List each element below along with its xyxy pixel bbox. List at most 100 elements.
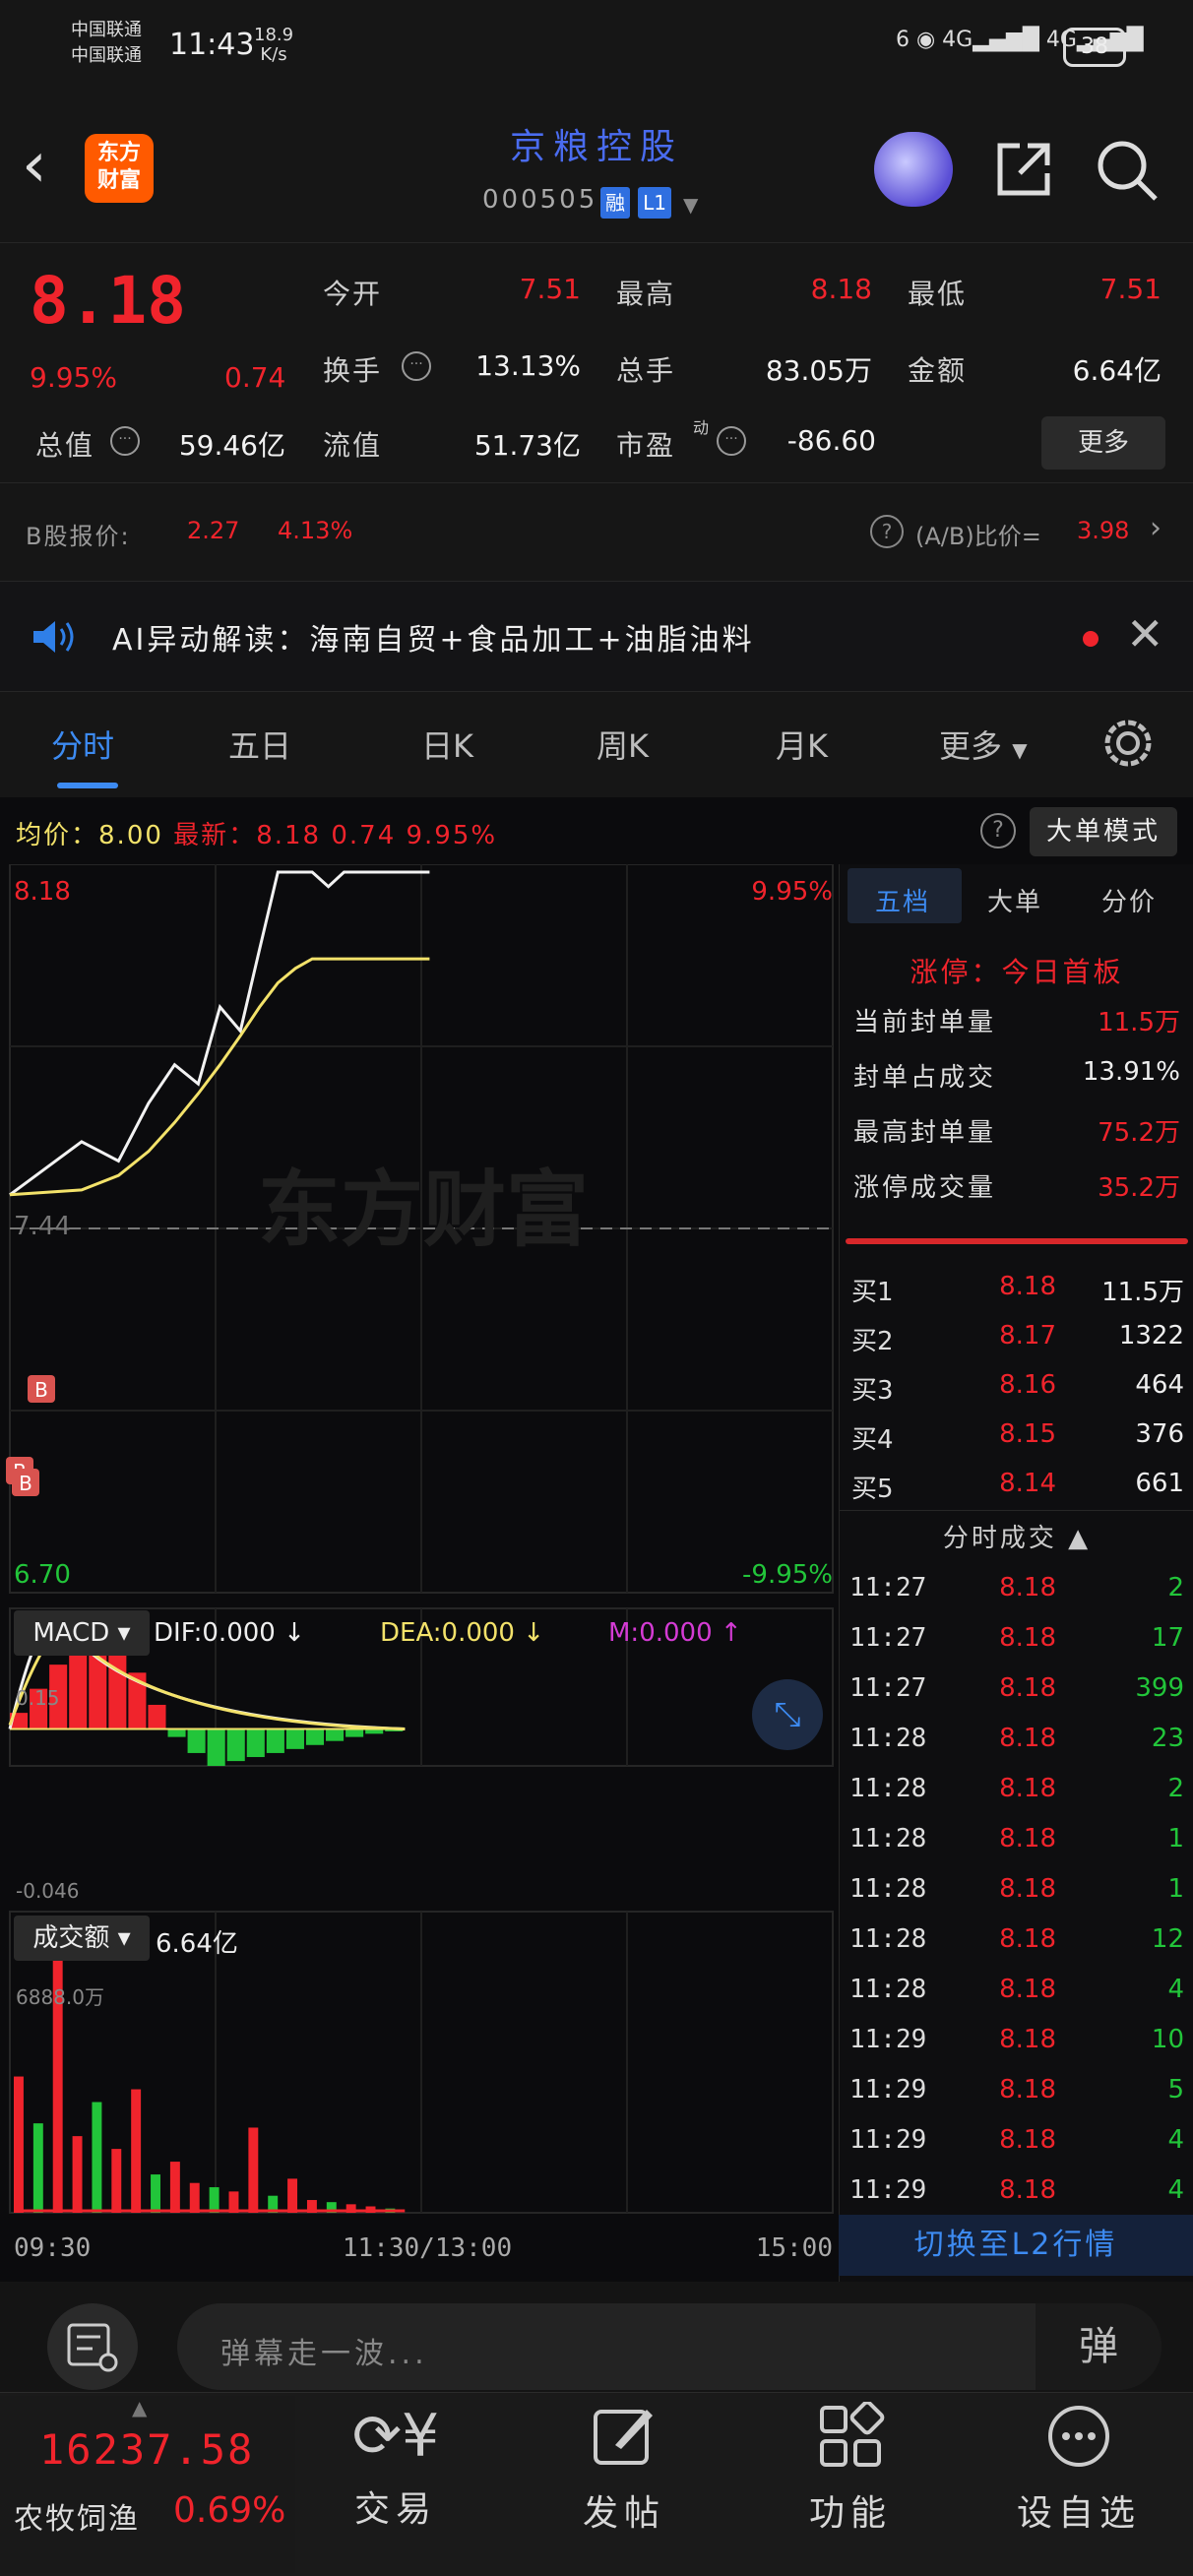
comment-list-icon[interactable] xyxy=(47,2303,138,2390)
ai-robot-icon[interactable] xyxy=(874,132,953,207)
bid-label: 买3 xyxy=(851,1370,894,1407)
trade-time: 11:28 xyxy=(849,1924,926,1954)
volume-selector[interactable]: 成交额 ▾ xyxy=(14,1916,150,1961)
trade-price: 8.18 xyxy=(948,1573,1056,1602)
tab-more[interactable]: 更多 ▼ xyxy=(939,722,1028,767)
ai-analysis-bar[interactable]: AI异动解读：海南自贸+食品加工+油脂油料 ✕ xyxy=(0,581,1193,692)
carrier-2: 中国联通 xyxy=(71,43,142,69)
switch-l2-button[interactable]: 切换至L2行情 xyxy=(839,2215,1193,2276)
help-icon[interactable]: ? xyxy=(870,515,904,548)
share-icon[interactable] xyxy=(992,138,1055,201)
danmu-toggle-icon[interactable]: 弹 xyxy=(1036,2303,1162,2390)
series-line-avg xyxy=(10,959,429,1195)
search-icon[interactable] xyxy=(1095,138,1160,203)
bid-row[interactable]: 买48.15376 xyxy=(840,1414,1193,1459)
intraday-chart[interactable]: 东方财富 BBB 8.18 9.95% 7.44 6.70 -9.95% 0.1… xyxy=(0,864,839,2282)
open-value: 7.51 xyxy=(453,273,581,305)
trade-time: 11:29 xyxy=(849,2075,926,2105)
latest-value: 8.18 xyxy=(256,821,321,850)
trade-price: 8.18 xyxy=(948,1673,1056,1703)
nav-trade-label: 交易 xyxy=(317,2481,474,2532)
trade-row: 11:298.185 xyxy=(840,2069,1193,2114)
tab-five-day[interactable]: 五日 xyxy=(228,722,291,767)
macd-bar xyxy=(69,1649,87,1729)
bid-label: 买1 xyxy=(851,1272,894,1308)
pe-value: -86.60 xyxy=(758,424,876,457)
tab-weekly-k[interactable]: 周K xyxy=(596,722,649,767)
comment-bar: 弹幕走一波... 弹 xyxy=(0,2282,1193,2392)
volume-bar xyxy=(14,2077,24,2213)
tab-indicator xyxy=(57,783,118,788)
tab-big-order[interactable]: 大单 xyxy=(987,882,1042,918)
volume-bar xyxy=(170,2162,180,2213)
more-button[interactable]: 更多 xyxy=(1041,416,1165,470)
chevron-right-icon[interactable]: › xyxy=(1150,511,1162,545)
tab-price-dist[interactable]: 分价 xyxy=(1101,882,1157,918)
volume-bar xyxy=(111,2149,121,2213)
bid-label: 买4 xyxy=(851,1419,894,1456)
trade-volume: 23 xyxy=(1062,1724,1184,1753)
limit-stat-value: 13.91% xyxy=(1036,1057,1180,1087)
net-speed-value: 18.9 xyxy=(254,26,293,45)
trade-volume: 10 xyxy=(1062,2025,1184,2054)
tab-monthly-k[interactable]: 月K xyxy=(776,722,828,767)
index-ticker[interactable]: ▲ 16237.58 农牧饲渔 0.69% xyxy=(0,2396,295,2573)
volume-label: 总手 xyxy=(616,349,675,389)
trade-row: 11:288.181 xyxy=(840,1868,1193,1914)
macd-selector[interactable]: MACD ▾ xyxy=(14,1610,150,1656)
nav-post-label: 发帖 xyxy=(545,2484,703,2536)
danmu-input[interactable]: 弹幕走一波... 弹 xyxy=(177,2303,1162,2390)
nav-post[interactable]: 发帖 xyxy=(545,2402,703,2536)
help-icon[interactable]: ? xyxy=(980,813,1016,848)
trade-price: 8.18 xyxy=(948,1874,1056,1904)
limit-stat-value: 11.5万 xyxy=(1036,1002,1180,1038)
volume-bar xyxy=(287,2178,297,2213)
chevron-down-icon[interactable]: ▼ xyxy=(683,193,698,217)
quote-panel: 8.18 9.95% 0.74 今开 7.51 最高 8.18 最低 7.51 … xyxy=(0,242,1193,483)
bid-row[interactable]: 买58.14661 xyxy=(840,1463,1193,1508)
bid-price: 8.17 xyxy=(948,1321,1056,1351)
close-icon[interactable]: ✕ xyxy=(1126,607,1164,660)
bid-price: 8.18 xyxy=(948,1272,1056,1301)
volume-bar xyxy=(190,2183,200,2213)
limit-stat-label: 封单占成交 xyxy=(853,1057,996,1094)
limit-stat-value: 75.2万 xyxy=(1036,1112,1180,1149)
bid-volume: 1322 xyxy=(1062,1321,1184,1351)
trade-volume: 2 xyxy=(1062,1774,1184,1803)
trade-row: 11:298.184 xyxy=(840,2119,1193,2165)
buy-marker: B xyxy=(28,1375,55,1403)
trade-price: 8.18 xyxy=(948,1924,1056,1954)
big-order-mode-button[interactable]: 大单模式 xyxy=(1030,807,1177,856)
trades-title[interactable]: 分时成交 ▲ xyxy=(840,1518,1193,1554)
index-value: 16237.58 xyxy=(39,2425,254,2474)
macd-dif-label: DIF:0.000 xyxy=(154,1618,276,1648)
info-icon[interactable]: ··· xyxy=(717,426,746,456)
tab-five-level[interactable]: 五档 xyxy=(875,882,930,918)
carrier-info: 中国联通 中国联通 xyxy=(71,18,142,69)
pct-min-label: -9.95% xyxy=(742,1560,833,1590)
gear-icon[interactable] xyxy=(1100,716,1156,771)
trade-price: 8.18 xyxy=(948,1975,1056,2004)
limit-stat-label: 当前封单量 xyxy=(853,1002,996,1038)
tab-daily-k[interactable]: 日K xyxy=(421,722,473,767)
bid-row[interactable]: 买28.171322 xyxy=(840,1315,1193,1360)
tab-intraday[interactable]: 分时 xyxy=(51,722,114,767)
trade-row: 11:298.184 xyxy=(840,2169,1193,2215)
trade-icon: ⟳¥ xyxy=(317,2402,474,2471)
expand-icon[interactable]: ⤡ xyxy=(752,1679,823,1750)
nav-function[interactable]: 功能 xyxy=(772,2402,929,2536)
stock-code: 000505 xyxy=(482,185,597,215)
info-icon[interactable]: ··· xyxy=(402,351,431,381)
x-label-mid: 11:30/13:00 xyxy=(343,2233,512,2263)
b-share-price: 2.27 xyxy=(187,517,239,544)
nav-add-watchlist[interactable]: 设自选 xyxy=(1000,2402,1158,2536)
nav-trade[interactable]: ⟳¥ 交易 xyxy=(317,2402,474,2532)
limit-stat-label: 最高封单量 xyxy=(853,1112,996,1149)
macd-bar xyxy=(168,1728,186,1736)
macd-bar xyxy=(227,1728,245,1761)
index-pct: 0.69% xyxy=(173,2490,285,2531)
info-icon[interactable]: ··· xyxy=(110,426,140,456)
bid-row[interactable]: 买1 8.1811.5万 xyxy=(840,1266,1193,1311)
bid-volume: 11.5万 xyxy=(1062,1272,1184,1308)
bid-row[interactable]: 买38.16464 xyxy=(840,1364,1193,1410)
